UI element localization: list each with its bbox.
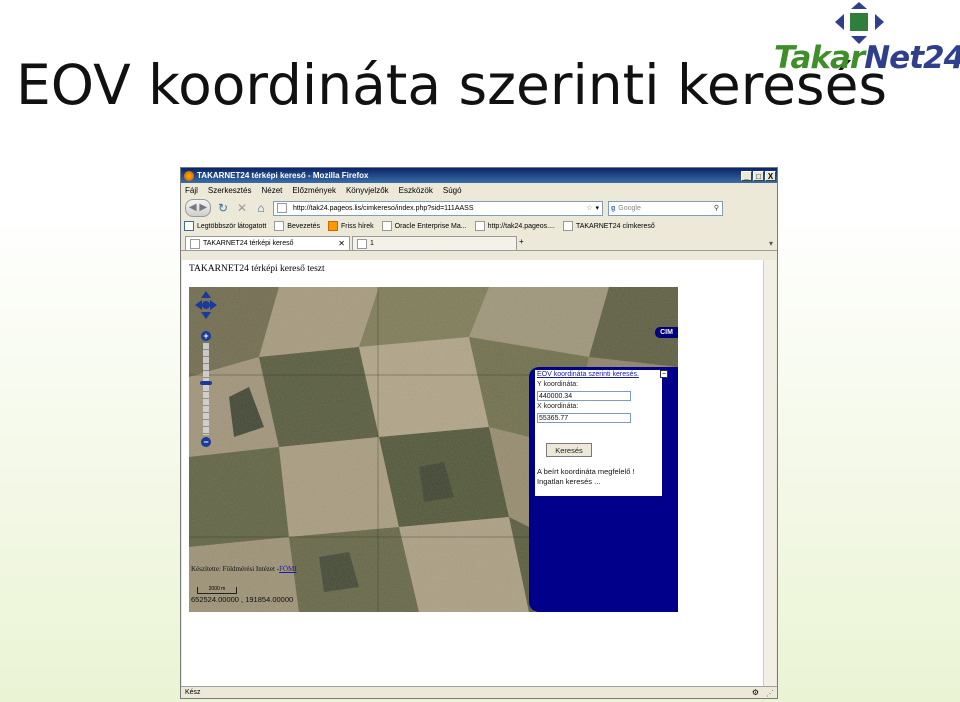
tab-1[interactable]: 1	[352, 236, 517, 250]
bookmark-label: Friss hírek	[340, 222, 374, 230]
menu-edit[interactable]: Szerkesztés	[208, 186, 252, 195]
firefox-icon	[184, 170, 194, 181]
new-tab-icon[interactable]: +	[519, 237, 524, 246]
mouse-coordinates: 652524.00000 , 191854.00000	[191, 595, 294, 604]
minimize-button[interactable]: _	[741, 170, 752, 181]
zoom-out-button[interactable]: −	[201, 437, 211, 447]
page-icon	[190, 238, 200, 249]
browser-window: TAKARNET24 térképi kereső - Mozilla Fire…	[180, 167, 778, 699]
status-bar: Kész ⚙ ⋰	[181, 686, 777, 698]
menu-bar: Fájl Szerkesztés Nézet Előzmények Könyvj…	[181, 183, 777, 197]
fomi-link[interactable]: FÖMI	[279, 565, 297, 573]
eov-search-form: EOV koordináta szerinti keresés. Y koord…	[535, 370, 662, 496]
bookmark-label: TAKARNET24 címkereső	[575, 222, 655, 230]
takarnet24-logo: TakarNet24	[774, 0, 960, 80]
home-icon[interactable]: ⌂	[254, 201, 268, 215]
tab-label: TAKARNET24 térképi kereső	[203, 240, 294, 247]
logo-text-takar: Takar	[774, 40, 865, 76]
bookmark-star-icon[interactable]: ☆	[586, 204, 592, 212]
tab-list-dropdown-icon[interactable]: ▾	[769, 239, 773, 248]
window-titlebar: TAKARNET24 térképi kereső - Mozilla Fire…	[181, 168, 777, 183]
bookmark-oracle[interactable]: Oracle Enterprise Ma...	[381, 221, 467, 231]
search-box[interactable]: g Google ⚲	[608, 200, 723, 216]
tab-bar: TAKARNET24 térképi kereső ✕ 1 + ▾	[181, 233, 777, 251]
menu-help[interactable]: Súgó	[443, 186, 462, 195]
map-credit: Készítette: Földmérési Intézet -FÖMI	[191, 565, 297, 573]
search-status: Ingatlan keresés ...	[537, 477, 601, 486]
close-window-button[interactable]: X	[765, 170, 776, 181]
cim-button[interactable]: CIM	[655, 327, 678, 338]
bookmark-getting-started[interactable]: Bevezetés	[274, 221, 320, 231]
x-coordinate-input[interactable]: 55365.77	[537, 413, 631, 423]
tab-label: 1	[370, 240, 374, 247]
resize-grip-icon[interactable]: ⋰	[766, 688, 774, 698]
credit-text: Készítette: Földmérési Intézet -	[191, 565, 280, 573]
status-icon: ⚙	[751, 688, 759, 697]
bookmark-icon	[562, 221, 573, 231]
page-icon	[277, 203, 287, 213]
eov-search-panel: EOV koordináta szerinti keresés. Y koord…	[529, 367, 678, 612]
aerial-map[interactable]: + − CIM EOV koordináta szerinti keresés.…	[189, 287, 678, 612]
reload-icon[interactable]: ↻	[216, 201, 230, 215]
bookmark-latest-headlines[interactable]: Friss hírek	[327, 221, 374, 231]
url-bar[interactable]: http://tak24.pageos.lis/cimkereso/index.…	[273, 200, 603, 216]
close-tab-icon[interactable]: ✕	[338, 239, 345, 248]
page-content: TAKARNET24 térképi kereső teszt + − CIM …	[182, 260, 776, 687]
search-placeholder: Google	[618, 204, 641, 212]
bookmark-takarnet24[interactable]: TAKARNET24 címkereső	[562, 221, 655, 231]
eov-panel-title[interactable]: EOV koordináta szerinti keresés.	[537, 371, 639, 378]
page-icon	[357, 238, 367, 249]
maximize-button[interactable]: □	[753, 170, 764, 181]
zoom-slider[interactable]	[203, 343, 209, 435]
bookmark-label: Bevezetés	[287, 222, 320, 230]
validation-message: A beírt koordináta megfelelő !	[537, 467, 635, 476]
bookmark-icon	[474, 221, 485, 231]
bookmark-icon	[381, 221, 392, 231]
logo-wordmark: TakarNet24	[774, 40, 960, 76]
bookmarks-toolbar: Legtöbbször látogatott Bevezetés Friss h…	[181, 219, 777, 233]
minimize-panel-button[interactable]: −	[660, 370, 668, 378]
url-dropdown-icon[interactable]: ▾	[595, 204, 599, 212]
url-text: http://tak24.pageos.lis/cimkereso/index.…	[293, 204, 474, 212]
zoom-control: + −	[200, 331, 212, 447]
search-icon[interactable]: ⚲	[714, 204, 719, 212]
tab-takarnet24[interactable]: TAKARNET24 térképi kereső ✕	[185, 236, 350, 250]
vertical-scrollbar[interactable]	[763, 260, 776, 687]
menu-history[interactable]: Előzmények	[292, 186, 336, 195]
bookmark-most-visited[interactable]: Legtöbbször látogatott	[184, 221, 266, 231]
bookmark-icon	[274, 221, 285, 231]
menu-view[interactable]: Nézet	[261, 186, 282, 195]
window-title: TAKARNET24 térképi kereső - Mozilla Fire…	[197, 171, 369, 180]
menu-tools[interactable]: Eszközök	[399, 186, 433, 195]
menu-bookmarks[interactable]: Könyvjelzők	[346, 186, 389, 195]
stop-icon[interactable]: ✕	[235, 201, 249, 215]
bookmark-icon	[184, 221, 194, 231]
rss-icon	[327, 221, 338, 231]
logo-text-net24: Net24	[864, 40, 960, 76]
scale-bar: 2000 m	[197, 587, 237, 594]
page-heading: TAKARNET24 térképi kereső teszt	[189, 264, 325, 274]
zoom-in-button[interactable]: +	[201, 331, 211, 341]
bookmark-label: Legtöbbször látogatott	[197, 222, 267, 230]
google-icon: g	[611, 204, 616, 212]
bookmark-label: http://tak24.pageos....	[487, 222, 555, 230]
zoom-slider-handle[interactable]	[200, 381, 212, 385]
y-coordinate-label: Y koordináta:	[537, 381, 579, 388]
search-button[interactable]: Keresés	[546, 443, 592, 457]
navigation-toolbar: ◀ ▶ ↻ ✕ ⌂ http://tak24.pageos.lis/cimker…	[181, 197, 777, 219]
pan-control[interactable]	[195, 291, 217, 325]
y-coordinate-input[interactable]: 440000.34	[537, 391, 631, 401]
back-button[interactable]: ◀ ▶	[185, 199, 211, 217]
menu-file[interactable]: Fájl	[185, 186, 198, 195]
x-coordinate-label: X koordináta:	[537, 403, 579, 410]
slide-title: EOV koordináta szerinti keresés	[16, 53, 888, 117]
bookmark-tak24[interactable]: http://tak24.pageos....	[474, 221, 555, 231]
status-text: Kész	[185, 689, 201, 696]
bookmark-label: Oracle Enterprise Ma...	[394, 222, 467, 230]
